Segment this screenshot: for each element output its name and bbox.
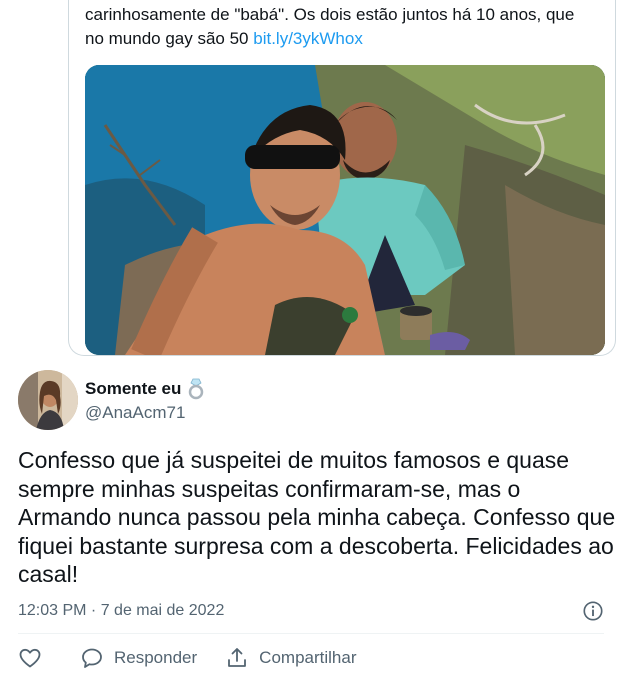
user-display-name[interactable]: Somente eu (85, 378, 205, 400)
display-name-text: Somente eu (85, 379, 182, 398)
reply-label: Responder (114, 648, 198, 667)
user-handle[interactable]: @AnaAcm71 (85, 403, 185, 423)
info-icon[interactable] (582, 600, 604, 622)
share-upload-icon (228, 648, 247, 667)
tweet-meta: 12:03 PM · 7 de mai de 2022 (18, 599, 604, 623)
ring-emoji-icon (189, 378, 204, 400)
quoted-tweet-photo[interactable] (85, 65, 605, 355)
quoted-tweet-link[interactable]: bit.ly/3ykWhox (253, 29, 363, 48)
reply-button[interactable]: Responder (80, 646, 197, 670)
avatar[interactable] (18, 370, 78, 430)
divider (18, 633, 604, 634)
selfie-photo (85, 65, 605, 355)
heart-icon (19, 648, 41, 668)
quoted-tweet-line-1: carinhosamente de "babá". Os dois estão … (85, 5, 575, 24)
tweet-text: Confesso que já suspeitei de muitos famo… (18, 447, 616, 587)
quoted-tweet-card[interactable]: carinhosamente de "babá". Os dois estão … (68, 0, 616, 356)
quoted-tweet-text: carinhosamente de "babá". Os dois estão … (85, 3, 605, 51)
timestamp[interactable]: 12:03 PM · 7 de mai de 2022 (18, 602, 224, 620)
action-bar: Responder Compartilhar (18, 644, 384, 672)
share-button[interactable]: Compartilhar (225, 646, 356, 670)
share-label: Compartilhar (259, 648, 357, 667)
quoted-tweet-line-2: no mundo gay são 50 (85, 29, 254, 48)
speech-bubble-icon (82, 648, 102, 668)
profile-picture (18, 370, 78, 430)
like-button[interactable] (18, 646, 42, 670)
